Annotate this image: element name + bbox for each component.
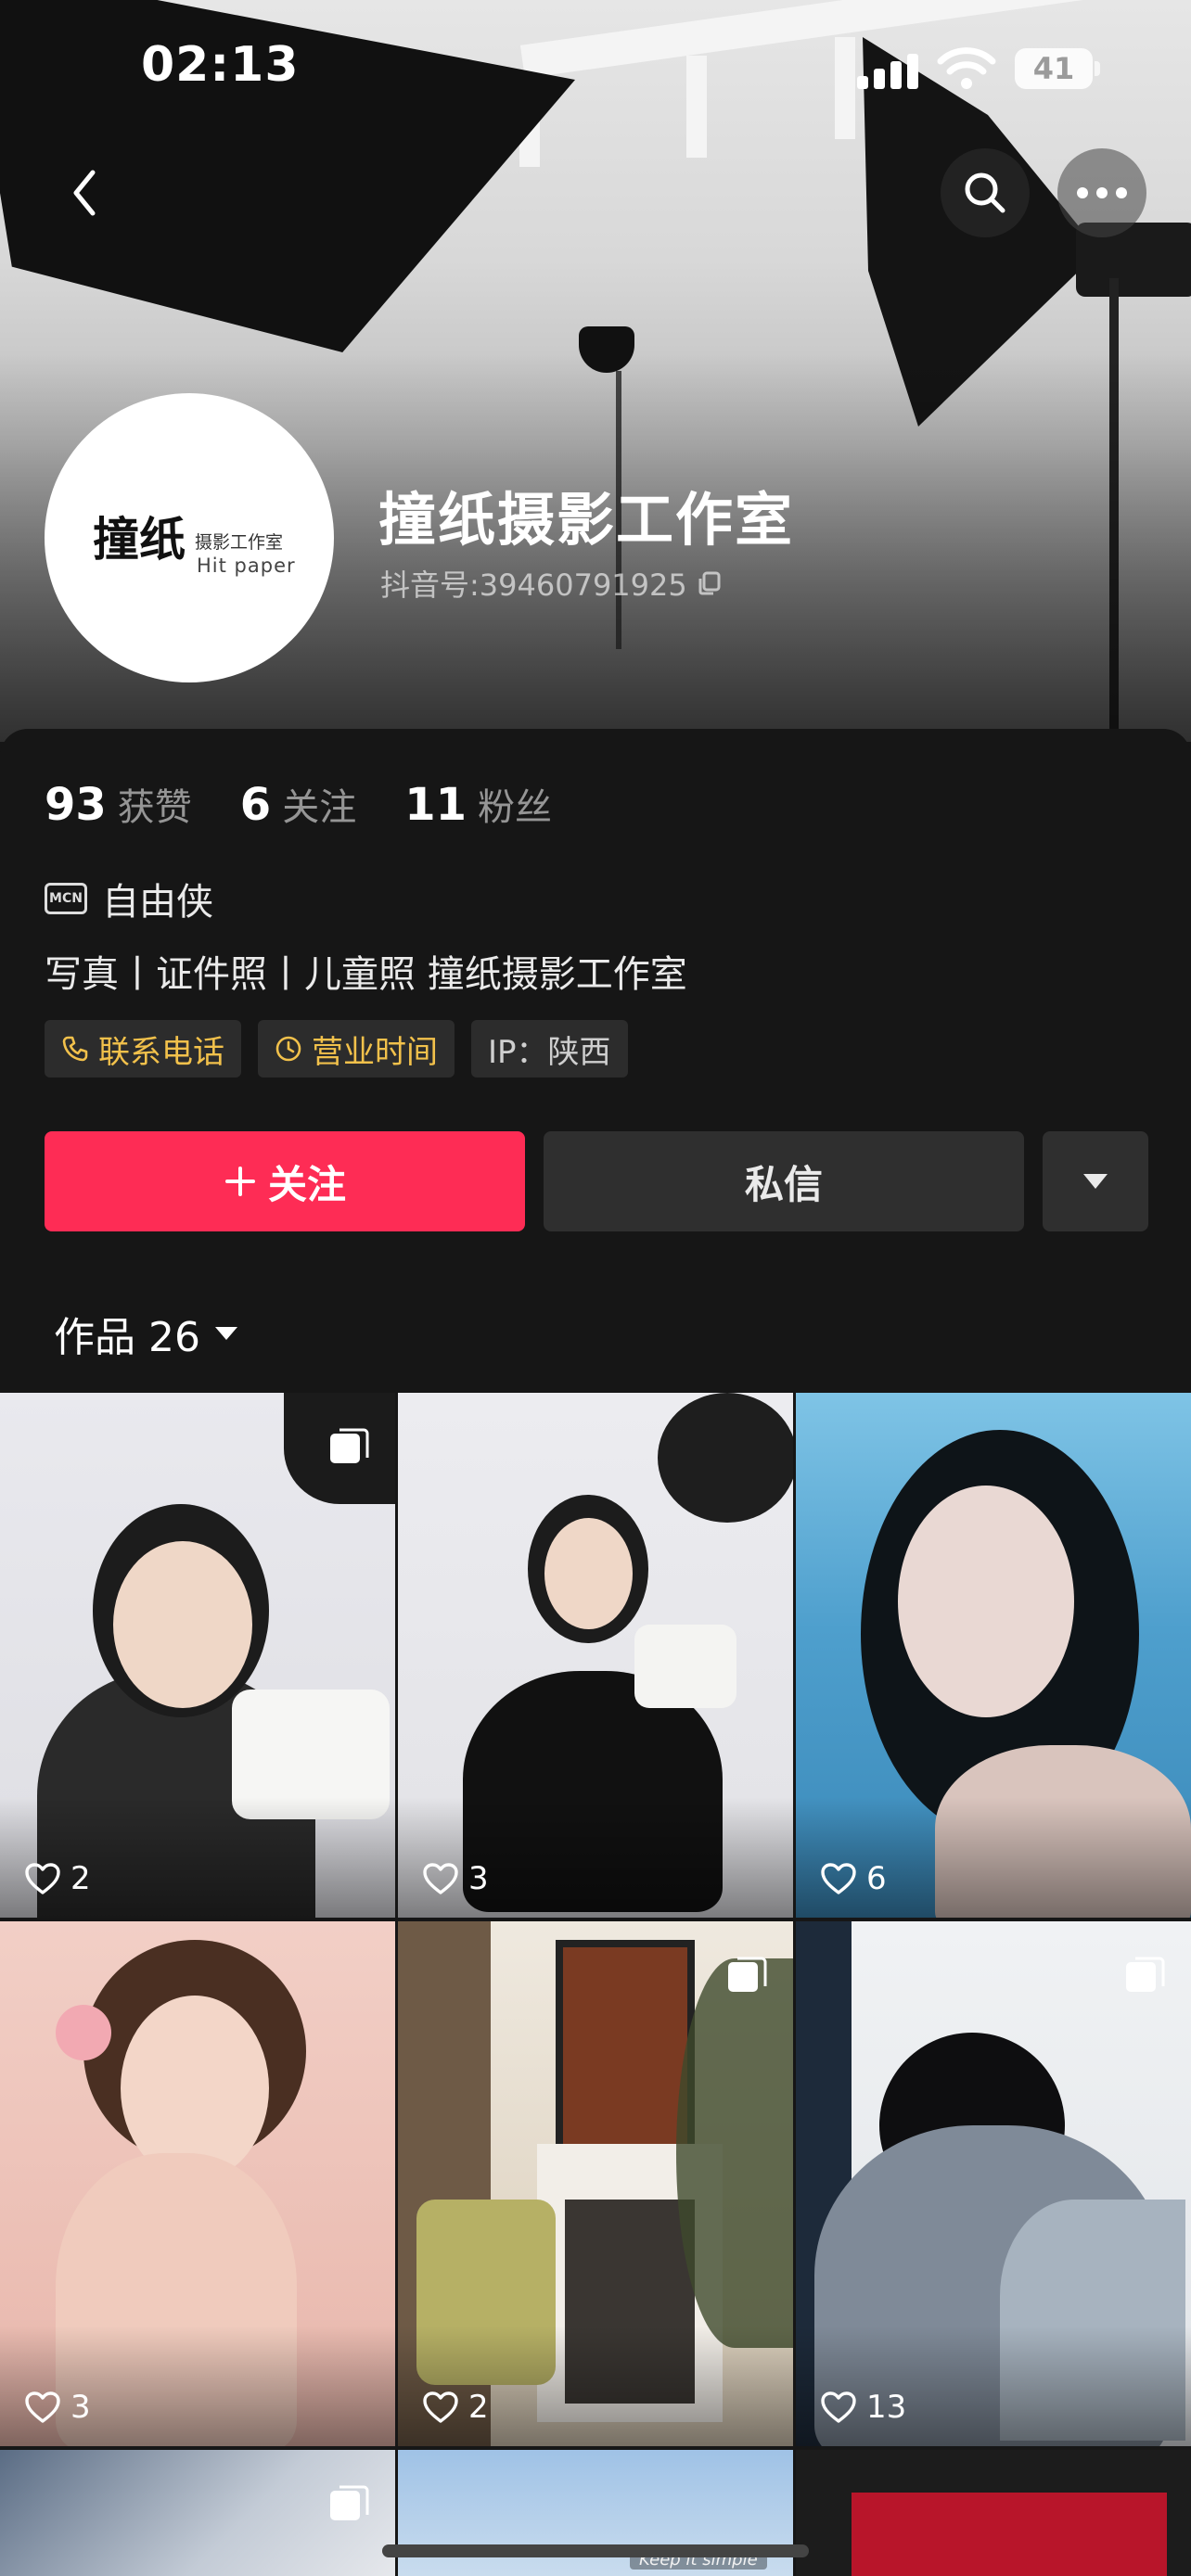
heart-icon [423, 1863, 458, 1894]
mcn-label: 自由侠 [102, 881, 213, 924]
video-tile[interactable]: 2 [0, 1393, 395, 1918]
multi-image-icon [728, 1957, 767, 1992]
more-dots-icon [1077, 187, 1127, 198]
avatar-logo-sub: 摄影工作室 [195, 532, 284, 553]
tag-ip-location: IP：陕西 [471, 1020, 628, 1078]
heart-icon [821, 2391, 856, 2423]
profile-stats: 93 获赞 6 关注 11 粉丝 [45, 777, 552, 831]
stat-value: 6 [239, 779, 272, 831]
multi-image-icon [330, 1428, 369, 1463]
battery-indicator: 41 [1015, 48, 1093, 89]
triangle-down-icon [1083, 1174, 1108, 1189]
stat-likes[interactable]: 93 获赞 [45, 777, 192, 831]
profile-name: 撞纸摄影工作室 [378, 486, 795, 554]
multi-image-icon [330, 2485, 369, 2520]
like-count-value: 6 [866, 1860, 887, 1897]
tag-contact-phone[interactable]: 联系电话 [45, 1020, 241, 1078]
message-label: 私信 [744, 1161, 823, 1207]
like-count: 2 [24, 1860, 91, 1897]
video-tile[interactable]: 3 [398, 1393, 793, 1918]
copy-icon[interactable] [697, 570, 723, 596]
more-options-button[interactable] [1057, 148, 1146, 237]
like-count-value: 3 [70, 2389, 91, 2426]
like-count: 3 [422, 1860, 489, 1897]
mcn-icon: MCN [45, 883, 87, 914]
douyin-id-row[interactable]: 抖音号:39460791925 [380, 562, 723, 605]
like-count-value: 3 [468, 1860, 489, 1897]
like-count-value: 2 [70, 1860, 91, 1897]
search-button[interactable] [941, 148, 1030, 237]
heart-icon [423, 2391, 458, 2423]
like-count-value: 2 [468, 2389, 489, 2426]
profile-panel: 93 获赞 6 关注 11 粉丝 MCN 自由侠 写真丨证件照丨儿童照 撞纸摄影… [0, 729, 1191, 1396]
douyin-id-text: 抖音号:39460791925 [380, 567, 687, 603]
follow-button[interactable]: 关注 [45, 1131, 525, 1231]
plus-icon [224, 1167, 255, 1196]
phone-icon [62, 1036, 88, 1062]
stat-value: 93 [45, 779, 107, 831]
like-count: 6 [820, 1860, 887, 1897]
clock-icon [275, 1036, 301, 1062]
status-time: 02:13 [141, 37, 300, 93]
back-button[interactable] [41, 148, 130, 237]
mcn-row[interactable]: MCN 自由侠 [45, 872, 213, 925]
follow-label: 关注 [267, 1161, 346, 1207]
tag-business-hours[interactable]: 营业时间 [258, 1020, 455, 1078]
video-tile[interactable]: 2 [398, 1921, 793, 2446]
profile-tags: 联系电话 营业时间 IP：陕西 [45, 1020, 628, 1078]
heart-icon [821, 1863, 856, 1894]
search-icon [965, 172, 1005, 213]
chevron-left-icon [73, 170, 96, 216]
heart-icon [25, 1863, 60, 1894]
tag-label: 营业时间 [312, 1033, 438, 1071]
video-tile[interactable]: 6 [796, 1393, 1191, 1918]
stat-value: 11 [404, 779, 467, 831]
stat-following[interactable]: 6 关注 [240, 777, 356, 831]
caret-down-icon [214, 1327, 237, 1340]
profile-bio: 写真丨证件照丨儿童照 撞纸摄影工作室 [45, 953, 687, 996]
wifi-icon [937, 47, 996, 89]
profile-actions: 关注 私信 [45, 1131, 1148, 1231]
video-tile[interactable] [796, 2450, 1191, 2576]
video-tile[interactable] [0, 2450, 395, 2576]
avatar-logo-en: Hit paper [197, 555, 296, 577]
avatar[interactable]: 撞纸 摄影工作室 Hit paper [45, 393, 334, 682]
cellular-signal-icon [857, 52, 922, 89]
tag-label: 联系电话 [98, 1033, 224, 1071]
recommend-dropdown-button[interactable] [1043, 1131, 1148, 1231]
stat-label: 关注 [282, 786, 357, 829]
heart-icon [25, 2391, 60, 2423]
like-count: 2 [422, 2389, 489, 2426]
stat-label: 获赞 [117, 786, 192, 829]
like-count: 3 [24, 2389, 91, 2426]
like-count: 13 [820, 2389, 906, 2426]
status-bar: 02:13 41 [0, 0, 1191, 139]
video-tile[interactable]: 3 [0, 1921, 395, 2446]
stat-label: 粉丝 [478, 786, 552, 829]
multi-image-icon [1126, 1957, 1165, 1992]
message-button[interactable]: 私信 [544, 1131, 1024, 1231]
like-count-value: 13 [866, 2389, 907, 2426]
video-tile[interactable]: 13 [796, 1921, 1191, 2446]
tag-label: IP：陕西 [488, 1033, 611, 1071]
avatar-logo-main: 撞纸 [93, 512, 186, 567]
stat-followers[interactable]: 11 粉丝 [404, 777, 552, 831]
tab-works[interactable]: 作品 26 [54, 1304, 239, 1363]
works-tab-label: 作品 26 [54, 1314, 200, 1361]
home-indicator[interactable] [382, 2544, 809, 2557]
